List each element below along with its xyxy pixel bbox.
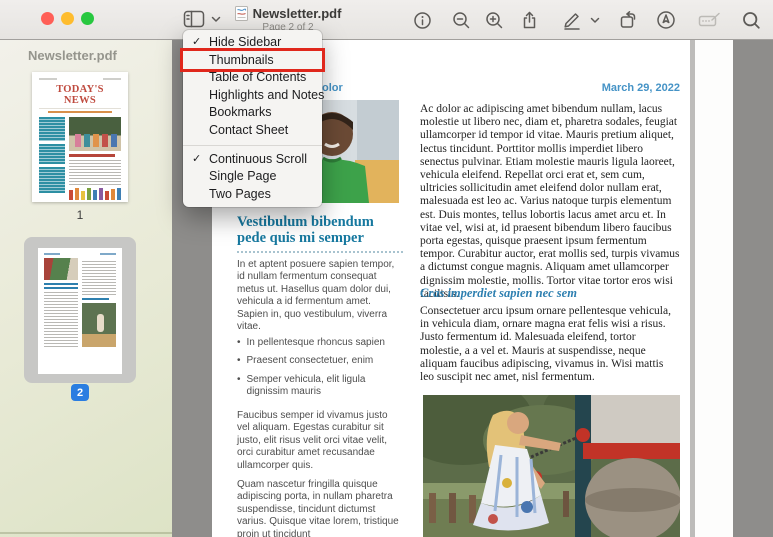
sidebar-icon xyxy=(183,10,205,28)
right-column-heading: Cras imperdiet sapien nec sem xyxy=(420,286,680,301)
thumbnail-sidebar: Newsletter.pdf TODAY'S NEWS xyxy=(0,40,172,537)
doc-header-left: olor xyxy=(322,82,343,94)
menu-item-two-pages[interactable]: Two Pages xyxy=(183,186,322,204)
left-column-para1: In et aptent posuere sapien tempor, id n… xyxy=(237,259,403,333)
annotation-red-box xyxy=(180,48,325,72)
sidebar-bottom-edge xyxy=(0,532,172,534)
search-button[interactable] xyxy=(742,11,761,30)
markup-options-button[interactable] xyxy=(590,17,600,24)
bullet-item: •Semper vehicula, elit ligula dignissim … xyxy=(237,374,403,399)
thumb1-subtitle-bar xyxy=(48,111,112,113)
zoom-in-button[interactable] xyxy=(485,11,504,30)
playground-photo xyxy=(423,395,680,537)
titlebar: Newsletter.pdf Page 2 of 2 xyxy=(0,0,773,40)
thumb1-teal-column xyxy=(39,117,65,200)
text-tools-icon xyxy=(698,11,722,29)
rotate-button[interactable] xyxy=(618,10,638,30)
menu-item-single-page[interactable]: Single Page xyxy=(183,168,322,186)
thumb2-text-lines-right xyxy=(82,261,116,295)
markup-chevron-icon xyxy=(590,17,600,24)
bullet-item: •Praesent consectetuer, enim xyxy=(237,355,403,367)
dotted-divider xyxy=(237,251,403,253)
window-title: Newsletter.pdf xyxy=(253,6,342,21)
adjacent-page-edge xyxy=(695,40,733,537)
left-column-bullets: •In pellentesque rhoncus sapien •Praesen… xyxy=(237,337,403,399)
markup-icon xyxy=(561,10,582,30)
page-2-thumbnail[interactable] xyxy=(38,248,122,374)
thumb1-text-lines xyxy=(69,160,121,186)
thumb2-blue-heading xyxy=(44,283,78,289)
page-1-number: 1 xyxy=(32,208,128,222)
sidebar-view-menu-button[interactable] xyxy=(183,10,221,28)
markup-button[interactable] xyxy=(561,10,582,30)
menu-item-bookmarks[interactable]: Bookmarks xyxy=(183,104,322,122)
pdf-document-icon xyxy=(235,6,248,21)
text-tools-button[interactable] xyxy=(698,11,722,29)
share-icon xyxy=(520,10,539,30)
menu-item-highlights-and-notes[interactable]: Highlights and Notes xyxy=(183,87,322,105)
thumb1-title: TODAY'S NEWS xyxy=(39,84,121,109)
doc-date: March 29, 2022 xyxy=(512,82,680,94)
page-2-number-badge: 2 xyxy=(71,384,89,401)
thumb2-classroom-photo xyxy=(44,258,78,280)
minimize-window-button[interactable] xyxy=(61,12,74,25)
bullet-dot: • xyxy=(237,355,241,367)
checkmark-icon: ✓ xyxy=(192,151,201,169)
page-1-thumbnail[interactable]: TODAY'S NEWS xyxy=(32,72,128,202)
share-button[interactable] xyxy=(520,10,539,30)
zoom-out-icon xyxy=(452,11,471,30)
bullet-dot: • xyxy=(237,374,241,399)
thumb1-classroom-photo xyxy=(69,117,121,151)
chevron-down-icon xyxy=(211,16,221,23)
info-button[interactable] xyxy=(413,11,432,30)
thumb1-crayons-image xyxy=(69,188,121,200)
zoom-in-icon xyxy=(485,11,504,30)
rotate-icon xyxy=(618,10,638,30)
close-window-button[interactable] xyxy=(41,12,54,25)
zoom-window-button[interactable] xyxy=(81,12,94,25)
left-column-para3: Quam nascetur fringilla quisque adipisci… xyxy=(237,479,403,537)
thumb2-text-lines xyxy=(44,292,78,348)
thumb2-playground-photo xyxy=(82,303,116,347)
menu-separator xyxy=(183,145,322,146)
menu-item-continuous-scroll[interactable]: ✓ Continuous Scroll xyxy=(183,151,322,169)
preview-window: Newsletter.pdf Page 2 of 2 xyxy=(0,0,773,537)
menu-item-contact-sheet[interactable]: Contact Sheet xyxy=(183,122,322,140)
toolbar xyxy=(413,0,761,40)
bullet-dot: • xyxy=(237,337,241,349)
zoom-out-button[interactable] xyxy=(452,11,471,30)
right-column-para2: Consectetuer arcu ipsum ornare pellentes… xyxy=(420,305,680,384)
annotate-icon xyxy=(656,10,676,30)
window-title-group: Newsletter.pdf Page 2 of 2 xyxy=(228,6,348,33)
sidebar-doc-label: Newsletter.pdf xyxy=(28,48,117,63)
search-icon xyxy=(742,11,761,30)
thumb1-red-heading xyxy=(69,154,115,157)
annotate-button[interactable] xyxy=(656,10,676,30)
right-column-para1: Ac dolor ac adipiscing amet bibendum nul… xyxy=(420,103,680,301)
left-column-heading: Vestibulum bibendum pede quis mi semper xyxy=(237,214,403,246)
info-icon xyxy=(413,11,432,30)
left-column-para2: Faucibus semper id vivamus justo vel ali… xyxy=(237,410,403,472)
bullet-item: •In pellentesque rhoncus sapien xyxy=(237,337,403,349)
thumb2-blue-subhead xyxy=(82,298,109,300)
thumb1-masthead xyxy=(39,78,121,80)
